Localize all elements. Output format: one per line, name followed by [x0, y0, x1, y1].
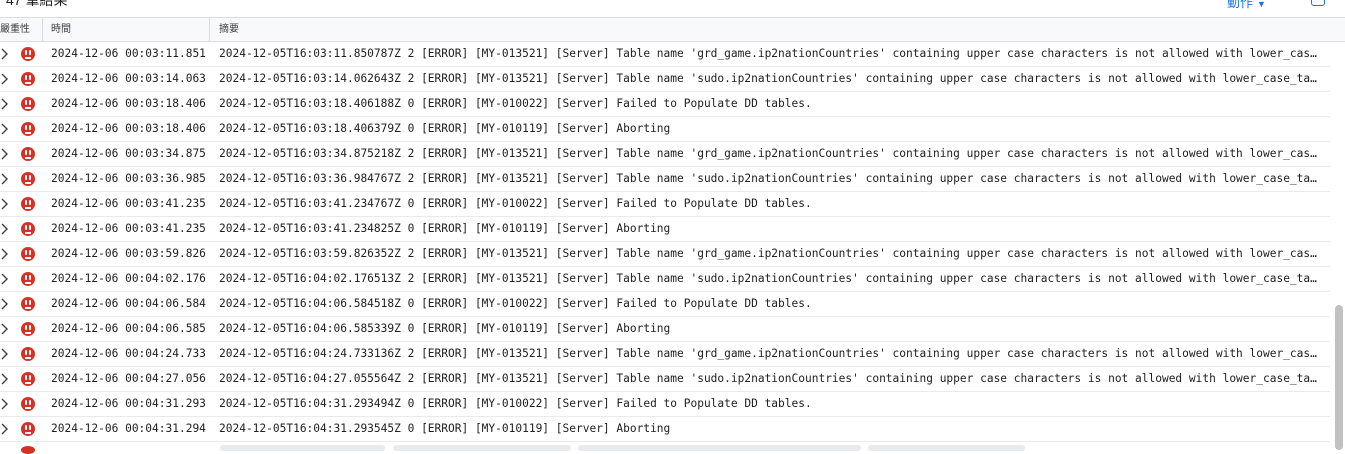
log-summary: 2024-12-05T16:03:14.062643Z 2 [ERROR] [M… [219, 72, 1317, 85]
chevron-right-icon[interactable] [0, 173, 10, 185]
log-row[interactable]: 2024-12-06 00:03:14.063 2024-12-05T16:03:… [0, 67, 1330, 92]
chevron-right-icon[interactable] [0, 98, 10, 110]
chip[interactable] [393, 445, 571, 451]
chevron-right-icon[interactable] [0, 348, 10, 360]
error-severity-icon [21, 297, 35, 311]
chip[interactable] [578, 445, 861, 451]
log-summary: 2024-12-05T16:04:31.293545Z 0 [ERROR] [M… [219, 422, 671, 435]
chevron-right-icon[interactable] [0, 123, 10, 135]
log-row[interactable]: 2024-12-06 00:04:27.056 2024-12-05T16:04:… [0, 367, 1330, 392]
error-severity-icon [21, 247, 35, 261]
log-row[interactable]: 2024-12-06 00:04:24.733 2024-12-05T16:04:… [0, 342, 1330, 367]
caret-down-icon: ▼ [1257, 0, 1266, 9]
bottom-chip-bar [0, 445, 1345, 451]
log-summary: 2024-12-05T16:03:11.850787Z 2 [ERROR] [M… [219, 47, 1317, 60]
log-timestamp: 2024-12-06 00:04:24.733 [51, 347, 206, 360]
error-severity-icon [21, 272, 35, 286]
chevron-right-icon[interactable] [0, 298, 10, 310]
chevron-right-icon[interactable] [0, 248, 10, 260]
error-severity-icon [21, 47, 35, 61]
log-summary: 2024-12-05T16:04:31.293494Z 0 [ERROR] [M… [219, 397, 812, 410]
log-summary: 2024-12-05T16:04:06.585339Z 0 [ERROR] [M… [219, 322, 671, 335]
error-severity-icon [21, 72, 35, 86]
scrollbar-thumb[interactable] [1335, 305, 1343, 450]
error-severity-icon [21, 147, 35, 161]
log-timestamp: 2024-12-06 00:04:31.294 [51, 422, 206, 435]
log-row[interactable]: 2024-12-06 00:03:41.235 2024-12-05T16:03:… [0, 192, 1330, 217]
results-toolbar: 47 筆結果 動作 ▼ [0, 0, 1345, 17]
log-timestamp: 2024-12-06 00:03:41.235 [51, 197, 206, 210]
log-timestamp: 2024-12-06 00:04:06.584 [51, 297, 206, 310]
log-summary: 2024-12-05T16:03:18.406379Z 0 [ERROR] [M… [219, 122, 671, 135]
log-row[interactable]: 2024-12-06 00:03:34.875 2024-12-05T16:03:… [0, 142, 1330, 167]
log-timestamp: 2024-12-06 00:03:59.826 [51, 247, 206, 260]
error-severity-icon [21, 222, 35, 236]
log-timestamp: 2024-12-06 00:04:02.176 [51, 272, 206, 285]
error-severity-icon [21, 197, 35, 211]
log-summary: 2024-12-05T16:03:41.234825Z 0 [ERROR] [M… [219, 222, 671, 235]
log-summary: 2024-12-05T16:04:02.176513Z 2 [ERROR] [M… [219, 272, 1317, 285]
chevron-right-icon[interactable] [0, 323, 10, 335]
log-table-header: 嚴重性 時間 摘要 [0, 17, 1345, 42]
actions-label: 動作 [1227, 0, 1254, 10]
column-header-time[interactable]: 時間 [43, 18, 210, 41]
log-timestamp: 2024-12-06 00:03:34.875 [51, 147, 206, 160]
log-row[interactable]: 2024-12-06 00:04:06.584 2024-12-05T16:04:… [0, 292, 1330, 317]
actions-dropdown[interactable]: 動作 ▼ [1227, 0, 1266, 11]
log-row[interactable]: 2024-12-06 00:04:02.176 2024-12-05T16:04:… [0, 267, 1330, 292]
log-row[interactable]: 2024-12-06 00:03:11.851 2024-12-05T16:03:… [0, 42, 1330, 67]
log-row[interactable]: 2024-12-06 00:04:31.293 2024-12-05T16:04:… [0, 392, 1330, 417]
error-severity-icon [21, 172, 35, 186]
log-summary: 2024-12-05T16:04:24.733136Z 2 [ERROR] [M… [219, 347, 1317, 360]
log-summary: 2024-12-05T16:03:41.234767Z 0 [ERROR] [M… [219, 197, 812, 210]
log-timestamp: 2024-12-06 00:04:27.056 [51, 372, 206, 385]
chip[interactable] [220, 445, 385, 451]
error-severity-icon [21, 347, 35, 361]
chevron-right-icon[interactable] [0, 73, 10, 85]
log-row[interactable]: 2024-12-06 00:04:31.294 2024-12-05T16:04:… [0, 417, 1330, 442]
error-severity-icon [21, 97, 35, 111]
chevron-right-icon[interactable] [0, 148, 10, 160]
chevron-right-icon[interactable] [0, 198, 10, 210]
log-summary: 2024-12-05T16:04:06.584518Z 0 [ERROR] [M… [219, 297, 812, 310]
log-timestamp: 2024-12-06 00:03:18.406 [51, 122, 206, 135]
log-timestamp: 2024-12-06 00:03:18.406 [51, 97, 206, 110]
log-timestamp: 2024-12-06 00:03:36.985 [51, 172, 206, 185]
error-severity-icon [21, 372, 35, 386]
error-severity-icon [21, 422, 35, 436]
error-severity-icon [21, 122, 35, 136]
log-row[interactable]: 2024-12-06 00:03:18.406 2024-12-05T16:03:… [0, 117, 1330, 142]
log-row[interactable]: 2024-12-06 00:04:06.585 2024-12-05T16:04:… [0, 317, 1330, 342]
log-summary: 2024-12-05T16:03:34.875218Z 2 [ERROR] [M… [219, 147, 1317, 160]
column-header-summary[interactable]: 摘要 [211, 18, 239, 41]
log-summary: 2024-12-05T16:03:59.826352Z 2 [ERROR] [M… [219, 247, 1317, 260]
log-row[interactable]: 2024-12-06 00:03:59.826 2024-12-05T16:03:… [0, 242, 1330, 267]
open-in-new-icon[interactable] [1311, 0, 1325, 6]
log-summary: 2024-12-05T16:03:18.406188Z 0 [ERROR] [M… [219, 97, 812, 110]
log-row[interactable]: 2024-12-06 00:03:18.406 2024-12-05T16:03:… [0, 92, 1330, 117]
chevron-right-icon[interactable] [0, 273, 10, 285]
error-severity-icon [21, 397, 35, 411]
chevron-right-icon[interactable] [0, 398, 10, 410]
results-count: 47 筆結果 [6, 0, 68, 8]
log-timestamp: 2024-12-06 00:03:11.851 [51, 47, 206, 60]
log-row[interactable]: 2024-12-06 00:03:41.235 2024-12-05T16:03:… [0, 217, 1330, 242]
chevron-right-icon[interactable] [0, 423, 10, 435]
log-summary: 2024-12-05T16:04:27.055564Z 2 [ERROR] [M… [219, 372, 1317, 385]
error-severity-icon [21, 322, 35, 336]
log-summary: 2024-12-05T16:03:36.984767Z 2 [ERROR] [M… [219, 172, 1317, 185]
log-timestamp: 2024-12-06 00:03:14.063 [51, 72, 206, 85]
log-timestamp: 2024-12-06 00:04:06.585 [51, 322, 206, 335]
log-timestamp: 2024-12-06 00:04:31.293 [51, 397, 206, 410]
column-header-severity[interactable]: 嚴重性 [0, 18, 43, 41]
chip[interactable] [868, 445, 1025, 451]
log-timestamp: 2024-12-06 00:03:41.235 [51, 222, 206, 235]
log-table-body: 2024-12-06 00:03:11.851 2024-12-05T16:03:… [0, 42, 1330, 442]
chevron-right-icon[interactable] [0, 48, 10, 60]
chevron-right-icon[interactable] [0, 223, 10, 235]
log-row[interactable]: 2024-12-06 00:03:36.985 2024-12-05T16:03:… [0, 167, 1330, 192]
chevron-right-icon[interactable] [0, 373, 10, 385]
